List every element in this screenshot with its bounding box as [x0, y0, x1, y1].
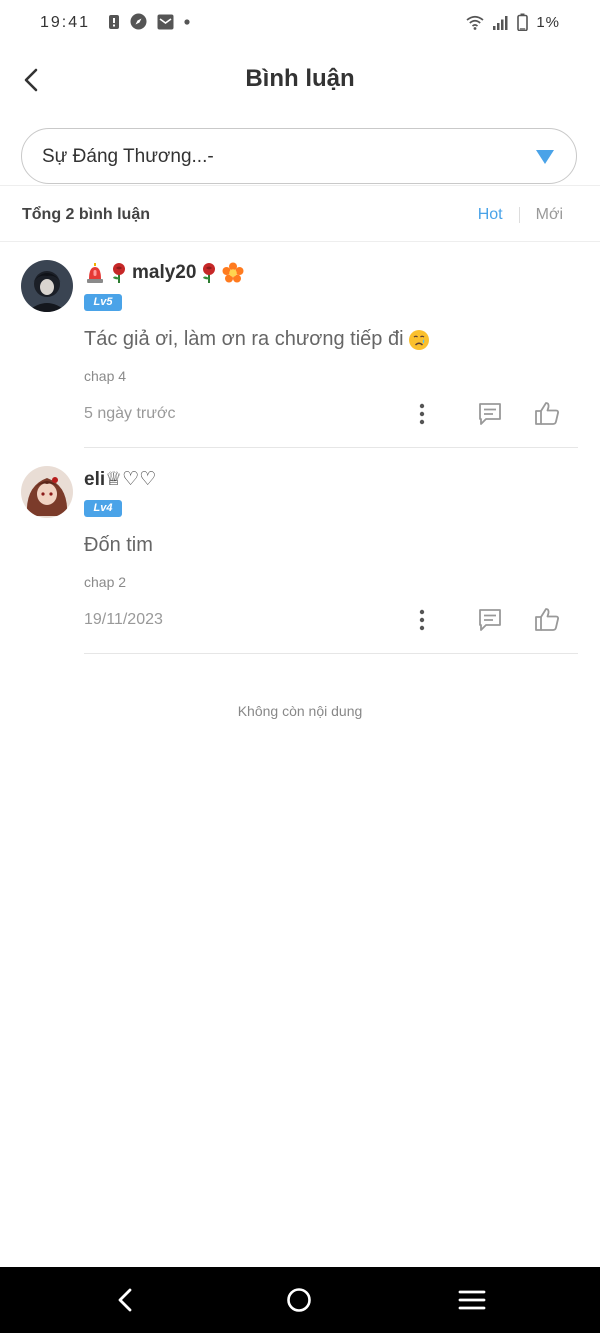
nav-back-button[interactable]	[111, 1285, 141, 1315]
page-title: Bình luận	[245, 65, 355, 92]
more-options-button[interactable]	[410, 608, 434, 632]
user-avatar-image-icon	[21, 260, 73, 312]
comment-chapter: chap 4	[84, 368, 127, 384]
nav-menu-icon	[458, 1290, 486, 1310]
battery-percentage: 1%	[536, 13, 560, 31]
like-button[interactable]	[534, 400, 560, 426]
sort-hot-tab[interactable]: Hot	[478, 206, 503, 224]
system-navigation-bar	[0, 1267, 600, 1333]
comment-divider	[84, 653, 578, 654]
reply-button[interactable]	[477, 401, 503, 427]
comment-divider	[84, 447, 578, 448]
comment-chapter: chap 2	[84, 574, 127, 590]
comment-time: 19/11/2023	[84, 611, 163, 628]
comment-text: Đốn tim	[84, 534, 153, 557]
more-vertical-icon	[419, 609, 425, 631]
more-options-button[interactable]	[410, 402, 434, 426]
selector-value: Sự Đáng Thương...-	[42, 146, 214, 167]
nav-home-button[interactable]	[284, 1285, 314, 1315]
comment-text-content: Tác giả ơi, làm ơn ra chương tiếp đi	[84, 328, 404, 350]
thumbs-up-icon	[535, 402, 559, 425]
crying-face-emoji-icon	[408, 329, 429, 350]
rose-emoji-icon	[203, 263, 216, 283]
avatar[interactable]	[21, 260, 73, 312]
story-selector-dropdown[interactable]: Sự Đáng Thương...-	[21, 128, 577, 184]
comments-summary-bar: Tổng 2 bình luận Hot Mới	[0, 186, 600, 242]
comment-text-content: Đốn tim	[84, 534, 153, 556]
nav-home-icon	[287, 1288, 311, 1312]
status-time: 19:41	[40, 14, 91, 31]
mail-notification-icon	[157, 14, 174, 29]
siren-emoji-icon	[87, 263, 103, 283]
level-badge: Lv5	[84, 294, 122, 311]
comment-username: eli♕♡♡	[84, 468, 156, 491]
dropdown-arrow-icon	[536, 150, 554, 164]
comment-text: Tác giả ơi, làm ơn ra chương tiếp đi	[84, 328, 430, 351]
reply-button[interactable]	[477, 607, 503, 633]
nav-back-icon	[118, 1288, 132, 1312]
more-notifications-dot-icon	[184, 18, 190, 25]
rose-emoji-icon	[113, 263, 125, 283]
wifi-icon	[466, 15, 484, 30]
end-of-list-text: Không còn nội dung	[237, 703, 363, 719]
reply-comment-icon	[479, 609, 501, 631]
user-avatar-image-icon	[21, 466, 73, 518]
system-status-icons: 1%	[466, 13, 560, 31]
status-bar: 19:41 1%	[0, 0, 600, 46]
battery-icon	[517, 13, 529, 31]
divider	[0, 241, 600, 242]
total-comments-count: Tổng 2 bình luận	[22, 206, 150, 223]
comment-time: 5 ngày trước	[84, 405, 176, 422]
app-header: Bình luận	[0, 52, 600, 108]
signal-icon	[493, 15, 508, 30]
notification-icons	[108, 13, 190, 30]
alert-notification-icon	[109, 14, 119, 29]
sort-new-tab[interactable]: Mới	[536, 206, 563, 224]
sort-tabs: Hot Mới	[478, 206, 563, 224]
more-vertical-icon	[419, 403, 425, 425]
sort-separator	[518, 207, 520, 223]
thumbs-up-icon	[535, 608, 559, 631]
reply-comment-icon	[479, 403, 501, 425]
level-badge: Lv4	[84, 500, 122, 517]
like-button[interactable]	[534, 606, 560, 632]
comment-username: maly20	[84, 262, 244, 284]
username-text: maly20	[132, 262, 197, 283]
blossom-emoji-icon	[222, 262, 244, 283]
username-text: eli♕♡♡	[84, 469, 157, 490]
nav-recents-button[interactable]	[457, 1285, 487, 1315]
avatar[interactable]	[21, 466, 73, 518]
compass-notification-icon	[130, 13, 147, 30]
